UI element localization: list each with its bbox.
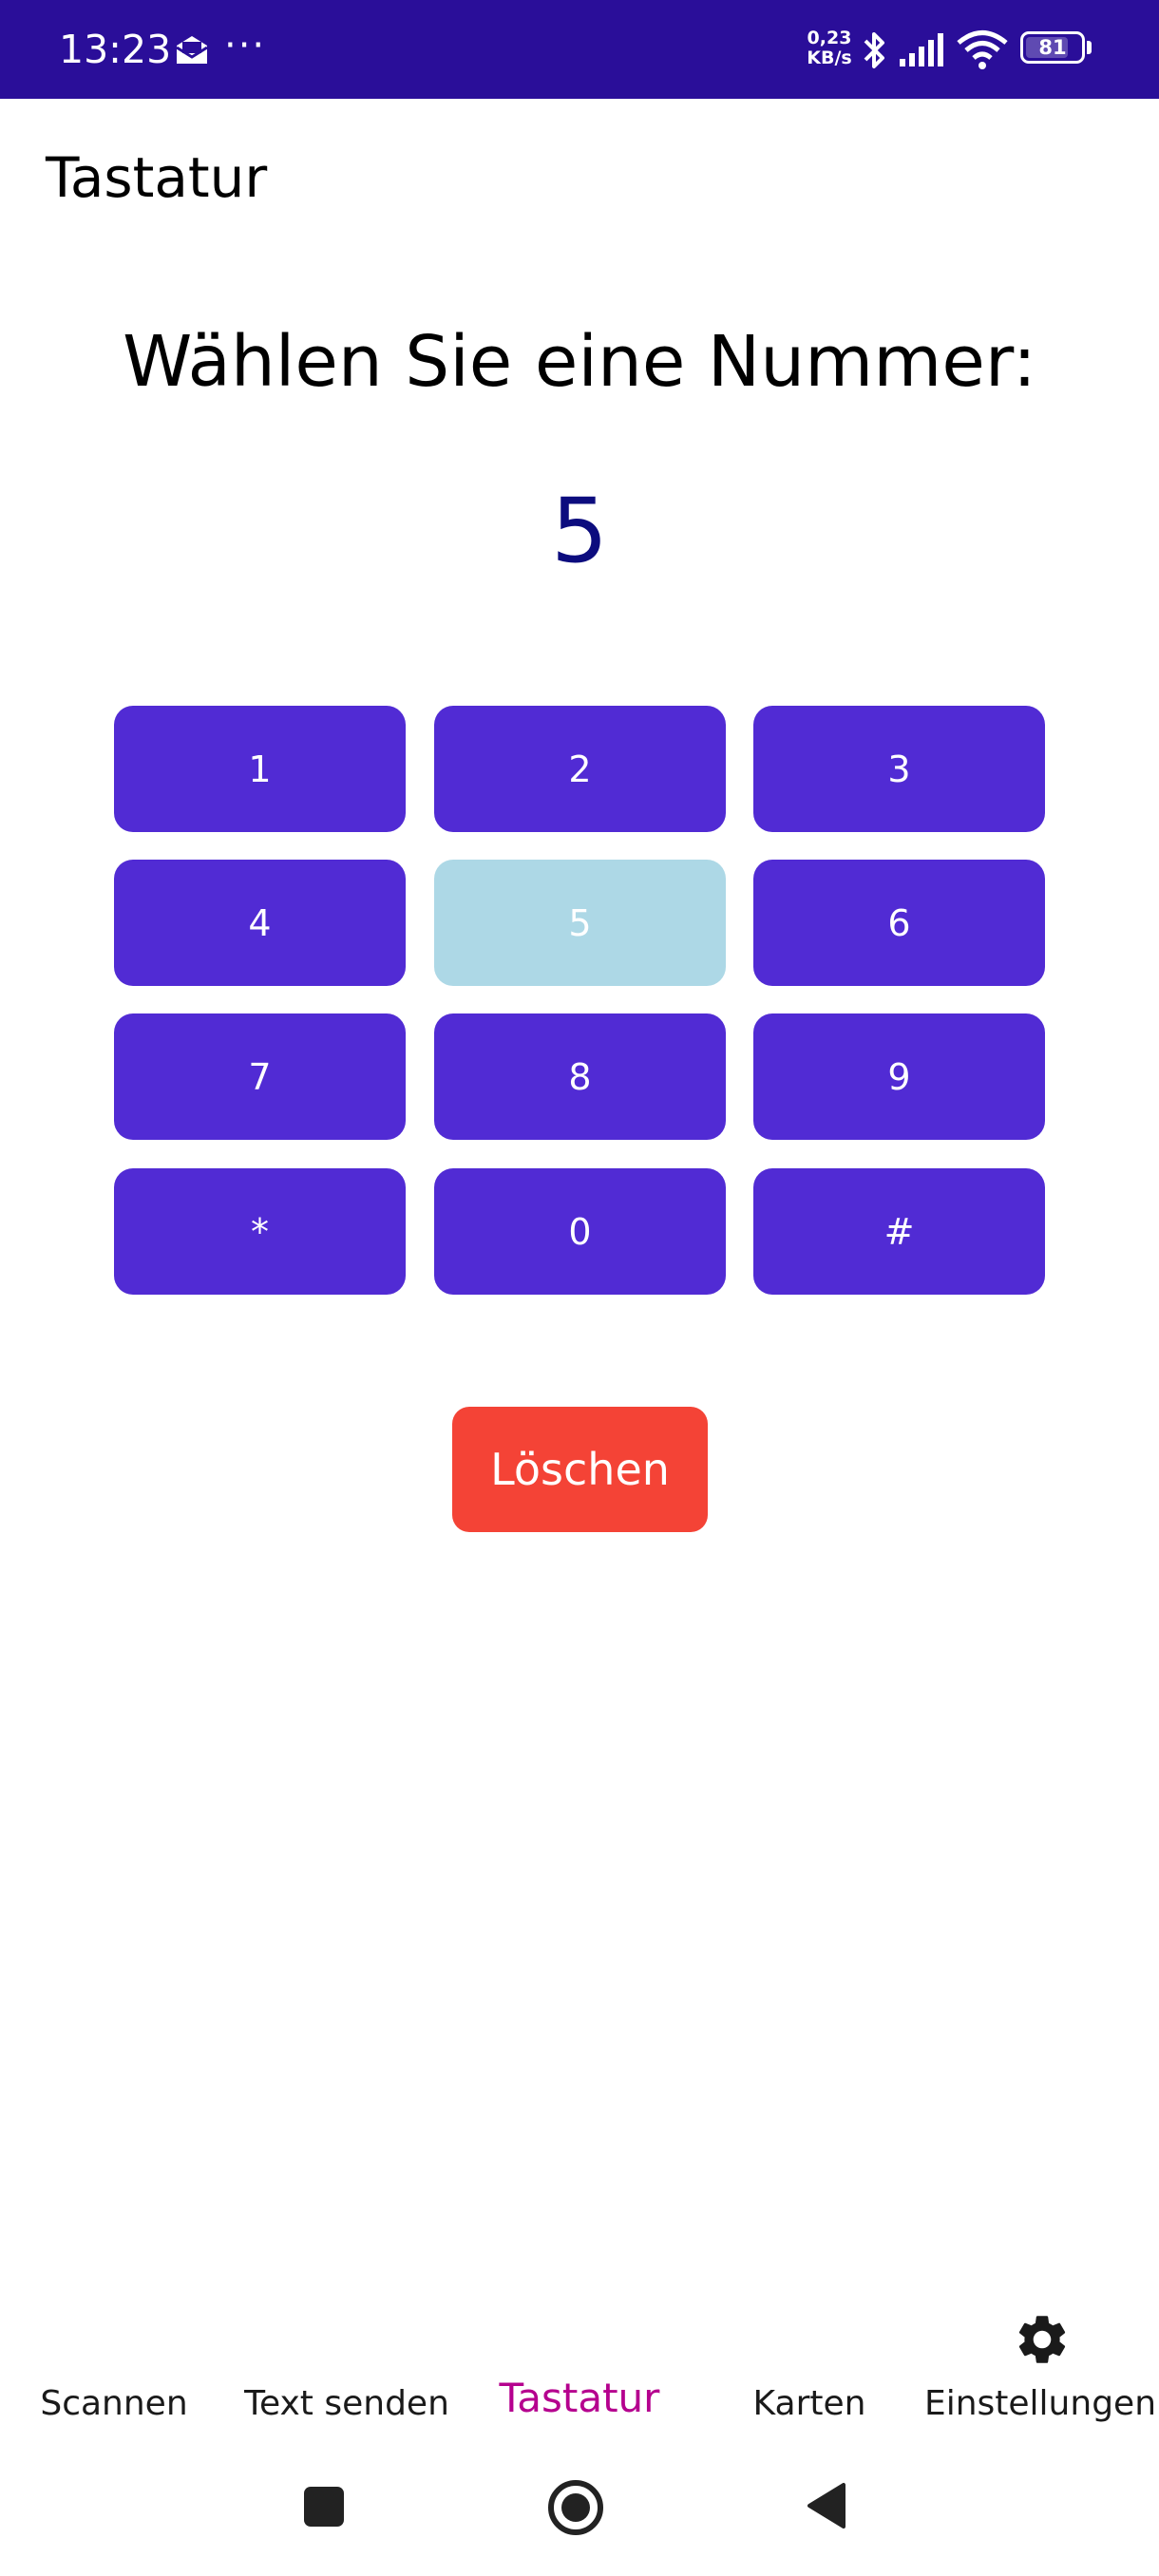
key-4[interactable]: 4 bbox=[114, 860, 406, 986]
back-button[interactable] bbox=[806, 2481, 847, 2530]
key-9[interactable]: 9 bbox=[753, 1013, 1045, 1140]
prompt-text: Wählen Sie eine Nummer: bbox=[123, 321, 1036, 403]
network-speed: 0,23 KB/s bbox=[801, 28, 858, 68]
tab-maps[interactable]: Karten bbox=[714, 2371, 904, 2437]
mail-icon bbox=[176, 36, 208, 64]
key-hash[interactable]: # bbox=[753, 1168, 1045, 1295]
key-5[interactable]: 5 bbox=[434, 860, 726, 986]
status-bar: 13:23 ··· 0,23 KB/s 81 bbox=[0, 0, 1159, 99]
signal-icon bbox=[900, 33, 943, 66]
tab-keypad[interactable]: Tastatur bbox=[475, 2365, 684, 2432]
page-title: Tastatur bbox=[46, 145, 268, 210]
key-star[interactable]: * bbox=[114, 1168, 406, 1295]
key-2[interactable]: 2 bbox=[434, 706, 726, 832]
status-time: 13:23 bbox=[59, 27, 172, 72]
clear-button[interactable]: Löschen bbox=[452, 1407, 708, 1532]
tab-send-text[interactable]: Text senden bbox=[233, 2371, 461, 2437]
speed-value: 0,23 bbox=[807, 28, 852, 48]
home-button[interactable] bbox=[546, 2478, 605, 2537]
battery-icon: 81 bbox=[1020, 31, 1085, 64]
wifi-icon bbox=[957, 30, 1008, 69]
battery-tip bbox=[1087, 41, 1092, 54]
tab-settings[interactable]: Einstellungen bbox=[922, 2371, 1159, 2437]
recents-button[interactable] bbox=[304, 2487, 344, 2527]
battery-level: 81 bbox=[1038, 36, 1067, 59]
tab-scan[interactable]: Scannen bbox=[19, 2371, 209, 2437]
key-7[interactable]: 7 bbox=[114, 1013, 406, 1140]
key-6[interactable]: 6 bbox=[753, 860, 1045, 986]
selected-number-display: 5 bbox=[551, 480, 608, 583]
speed-unit: KB/s bbox=[807, 47, 852, 68]
key-1[interactable]: 1 bbox=[114, 706, 406, 832]
bluetooth-icon bbox=[864, 32, 884, 68]
key-3[interactable]: 3 bbox=[753, 706, 1045, 832]
key-8[interactable]: 8 bbox=[434, 1013, 726, 1140]
overflow-dots: ··· bbox=[224, 24, 267, 67]
gear-icon[interactable] bbox=[1013, 2310, 1072, 2369]
key-0[interactable]: 0 bbox=[434, 1168, 726, 1295]
